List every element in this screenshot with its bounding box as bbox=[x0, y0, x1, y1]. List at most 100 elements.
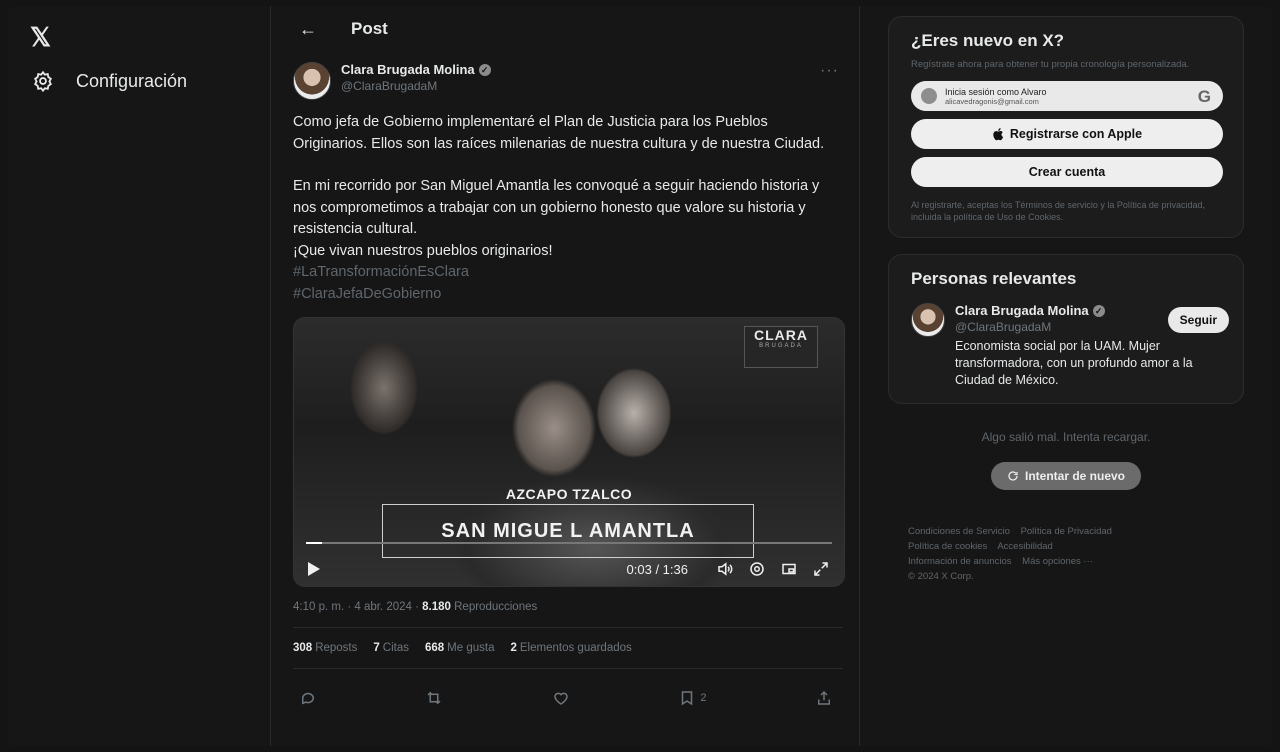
signup-card: ¿Eres nuevo en X? Regístrate ahora para … bbox=[888, 16, 1244, 238]
post-paragraph: ¡Que vivan nuestros pueblos originarios! bbox=[293, 242, 553, 259]
heart-icon bbox=[554, 692, 568, 705]
copyright: © 2024 X Corp. bbox=[908, 571, 974, 582]
create-account-label: Crear cuenta bbox=[1028, 165, 1106, 179]
stat-count: 7 bbox=[373, 642, 380, 654]
stat-count: 2 bbox=[510, 642, 517, 654]
footer-link[interactable]: Política de cookies bbox=[908, 541, 987, 552]
signup-terms: Al registrarte, aceptas los Términos de … bbox=[911, 200, 1205, 222]
apple-icon bbox=[993, 128, 1003, 141]
share-button[interactable] bbox=[815, 689, 833, 707]
bookmark-icon bbox=[682, 691, 693, 706]
reply-icon bbox=[302, 692, 314, 705]
hashtag-link[interactable]: #ClaraJefaDeGobierno bbox=[293, 284, 843, 306]
reply-button[interactable] bbox=[299, 689, 317, 707]
x-logo-icon[interactable]: 𝕏 bbox=[30, 22, 51, 53]
relevant-people-card: Personas relevantes Clara Brugada Molina… bbox=[888, 254, 1244, 404]
follow-button[interactable]: Seguir bbox=[1167, 307, 1229, 333]
post-meta: 4:10 p. m. · 4 abr. 2024 · 8.180 Reprodu… bbox=[293, 601, 843, 628]
avatar bbox=[921, 88, 937, 104]
stat-count: 308 bbox=[293, 642, 313, 654]
video-time: 0:03 / 1:36 bbox=[626, 561, 688, 577]
stat-reposts[interactable]: 308 Reposts bbox=[293, 642, 357, 654]
author-name-row: Clara Brugada Molina ✓ bbox=[341, 62, 491, 77]
error-message: Algo salió mal. Intenta recargar. bbox=[981, 430, 1151, 444]
google-signin-label: Inicia sesión como Alvaro bbox=[945, 86, 1047, 97]
play-icon[interactable] bbox=[308, 562, 320, 576]
retry-button[interactable]: Intentar de nuevo bbox=[990, 462, 1141, 490]
post-paragraph: Como jefa de Gobierno implementaré el Pl… bbox=[293, 114, 825, 152]
video-caption-big: SAN MIGUE L AMANTLA bbox=[441, 519, 695, 542]
post-timestamp[interactable]: 4:10 p. m. · 4 abr. 2024 · bbox=[293, 601, 419, 613]
google-icon: G bbox=[1197, 87, 1211, 106]
bookmark-button[interactable]: 2 bbox=[678, 689, 707, 707]
post-paragraph: En mi recorrido por San Miguel Amantla l… bbox=[293, 178, 820, 237]
retry-label: Intentar de nuevo bbox=[1024, 469, 1125, 483]
footer-link[interactable]: Más opciones ··· bbox=[1022, 556, 1093, 567]
stat-label: Me gusta bbox=[447, 642, 495, 654]
views-label: Reproducciones bbox=[454, 601, 538, 613]
hashtag-link[interactable]: #LaTransformaciónEsClara bbox=[293, 262, 843, 284]
footer-link[interactable]: Accesibilidad bbox=[997, 541, 1052, 552]
video-caption-small: AZCAPO TZALCO bbox=[505, 486, 633, 502]
person-name[interactable]: Clara Brugada Molina bbox=[955, 303, 1089, 318]
avatar[interactable] bbox=[911, 303, 945, 337]
video-caption-box: SAN MIGUE L AMANTLA bbox=[382, 504, 754, 558]
bookmark-count: 2 bbox=[700, 692, 707, 704]
video-progress-fill bbox=[306, 542, 323, 544]
repost-icon bbox=[427, 691, 441, 705]
stat-count: 668 bbox=[424, 642, 445, 654]
footer-link[interactable]: Política de Privacidad bbox=[1021, 526, 1112, 537]
relevant-people-title: Personas relevantes bbox=[911, 269, 1077, 288]
author-handle[interactable]: @ClaraBrugadaM bbox=[341, 79, 491, 93]
person-bio: Economista social por la UAM. Mujer tran… bbox=[955, 339, 1193, 387]
stat-bookmarks[interactable]: 2 Elementos guardados bbox=[510, 642, 631, 654]
apple-signup-button[interactable]: Registrarse con Apple bbox=[911, 119, 1223, 149]
video-progress-bar[interactable] bbox=[306, 542, 832, 544]
views-count: 8.180 bbox=[422, 601, 451, 613]
create-account-button[interactable]: Crear cuenta bbox=[911, 157, 1223, 187]
volume-icon[interactable] bbox=[716, 560, 734, 578]
google-signin-button[interactable]: Inicia sesión como Alvaro alicavedragoni… bbox=[911, 81, 1223, 111]
post-actions: 2 bbox=[293, 669, 843, 707]
like-button[interactable] bbox=[552, 689, 570, 707]
repost-button[interactable] bbox=[425, 689, 443, 707]
page-title: Post bbox=[351, 19, 388, 38]
stat-label: Citas bbox=[382, 642, 409, 654]
stat-label: Elementos guardados bbox=[519, 642, 632, 654]
settings-icon[interactable] bbox=[748, 560, 766, 578]
post-author: Clara Brugada Molina ✓ @ClaraBrugadaM ··… bbox=[293, 62, 843, 100]
refresh-icon bbox=[1008, 471, 1018, 481]
google-signin-email: alicavedragonis@gmail.com bbox=[945, 96, 1039, 106]
nav-item-label: Configuración bbox=[76, 70, 188, 91]
video-controls: 0:03 / 1:36 bbox=[308, 560, 830, 578]
campaign-logo: CLARA BRUGADA bbox=[744, 326, 818, 368]
video-player[interactable]: CLARA BRUGADA AZCAPO TZALCO SAN MIGUE L … bbox=[293, 317, 845, 587]
right-sidebar: ¿Eres nuevo en X? Regístrate ahora para … bbox=[888, 16, 1244, 584]
footer-link[interactable]: Condiciones de Servicio bbox=[908, 526, 1010, 537]
signup-title: ¿Eres nuevo en X? bbox=[911, 31, 1065, 50]
picture-in-picture-icon[interactable] bbox=[780, 560, 798, 578]
main-column: ← Post Clara Brugada Molina ✓ @ClaraBrug… bbox=[270, 6, 860, 746]
signup-subtitle: Regístrate ahora para obtener tu propia … bbox=[911, 59, 1190, 70]
gear-icon bbox=[34, 70, 52, 92]
apple-signup-label: Registrarse con Apple bbox=[1009, 127, 1143, 141]
error-panel: Algo salió mal. Intenta recargar. Intent… bbox=[888, 420, 1244, 494]
author-name[interactable]: Clara Brugada Molina bbox=[341, 62, 475, 77]
more-options-icon[interactable]: ··· bbox=[820, 62, 839, 80]
back-arrow-icon[interactable]: ← bbox=[299, 19, 317, 40]
footer-link[interactable]: Información de anuncios bbox=[908, 556, 1012, 567]
post: Clara Brugada Molina ✓ @ClaraBrugadaM ··… bbox=[271, 52, 859, 707]
verified-badge-icon: ✓ bbox=[1092, 304, 1105, 317]
stat-likes[interactable]: 668 Me gusta bbox=[425, 642, 495, 654]
campaign-logo-sub: BRUGADA bbox=[759, 343, 803, 349]
verified-badge-icon: ✓ bbox=[478, 63, 491, 76]
stat-quotes[interactable]: 7 Citas bbox=[373, 642, 409, 654]
nav-item-settings[interactable]: Configuración bbox=[32, 70, 187, 92]
post-text: Como jefa de Gobierno implementaré el Pl… bbox=[293, 112, 843, 305]
campaign-logo-title: CLARA bbox=[754, 327, 808, 343]
avatar[interactable] bbox=[293, 62, 331, 100]
relevant-person: Clara Brugada Molina ✓ @ClaraBrugadaM Ec… bbox=[911, 303, 1229, 389]
post-stats: 308 Reposts 7 Citas 668 Me gusta 2 Elementos… bbox=[293, 628, 843, 669]
fullscreen-icon[interactable] bbox=[812, 560, 830, 578]
left-nav: 𝕏 Configuración bbox=[8, 6, 270, 746]
